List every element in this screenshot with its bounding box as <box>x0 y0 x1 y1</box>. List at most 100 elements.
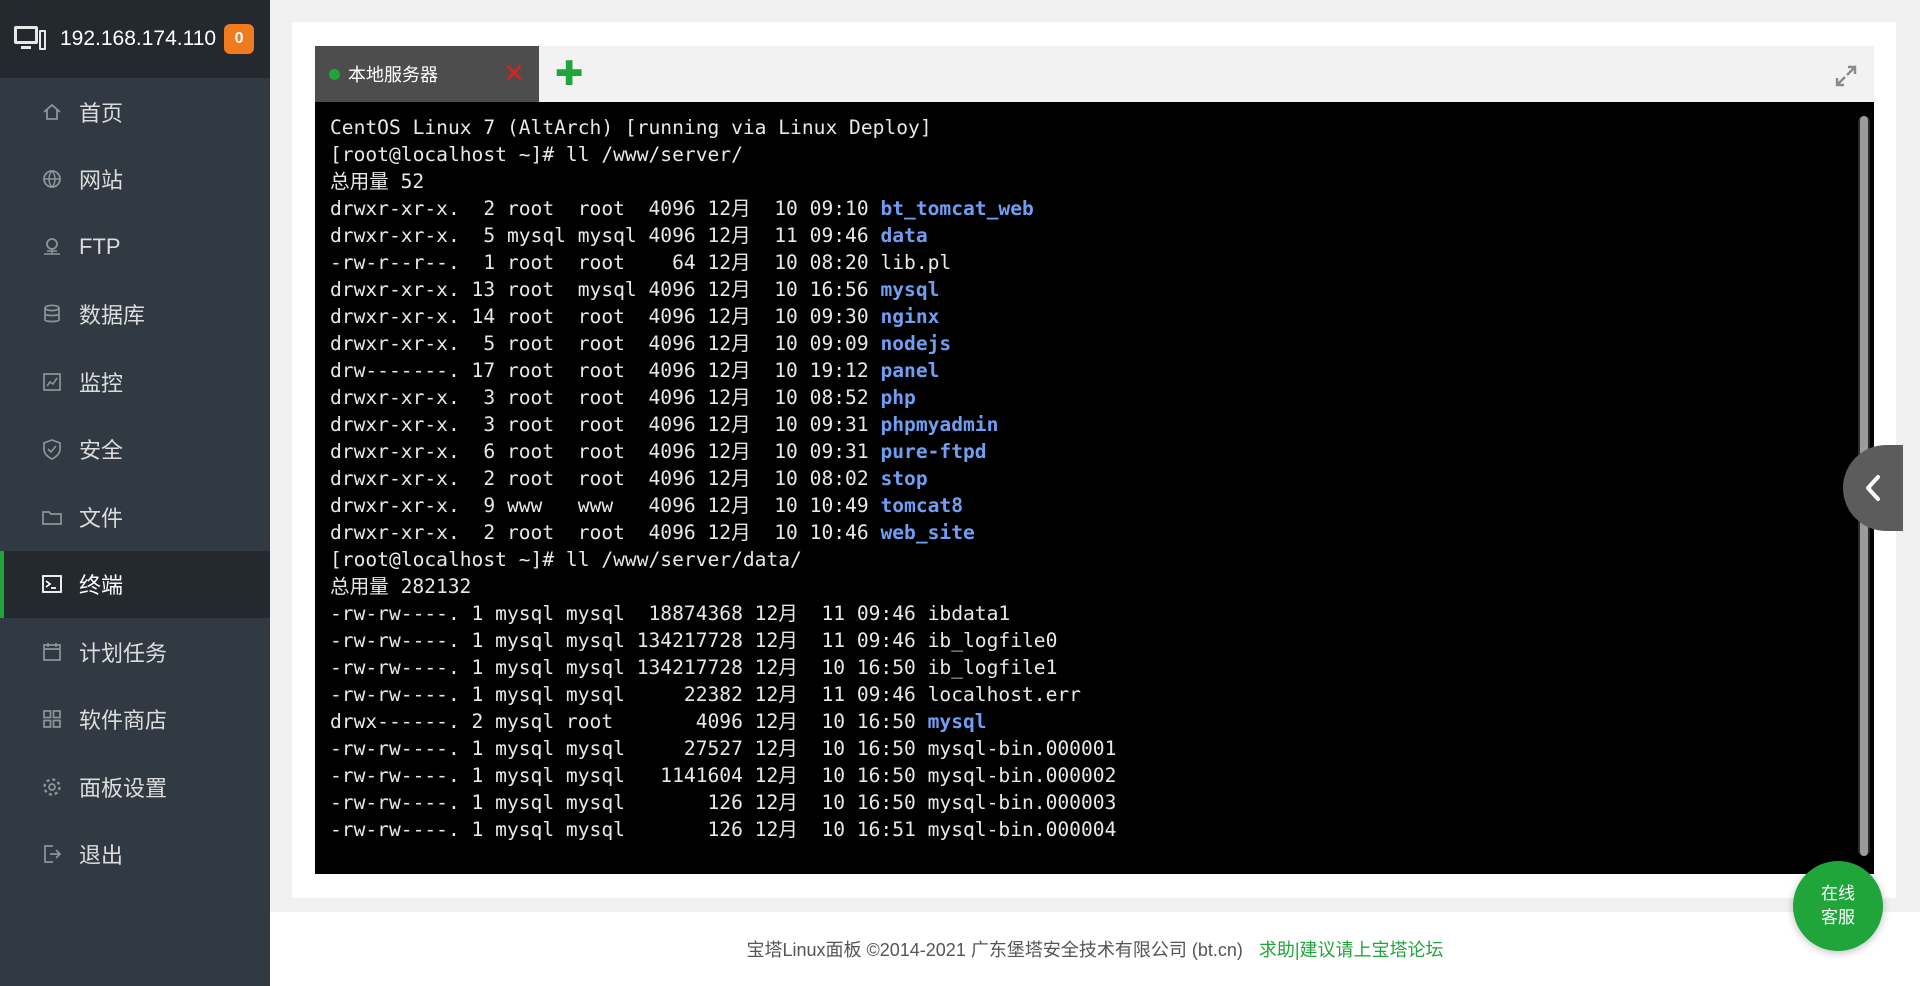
globe-icon <box>41 168 63 190</box>
forum-help-link[interactable]: 求助|建议请上宝塔论坛 <box>1259 936 1444 962</box>
directory-name: web_site <box>880 521 975 544</box>
terminal-icon <box>41 573 63 595</box>
terminal-line-text: drwxr-xr-x. 6 root root 4096 12月 10 09:3… <box>330 440 881 463</box>
terminal-line: -rw-rw----. 1 mysql mysql 1141604 12月 10… <box>330 762 1874 789</box>
terminal-line-text: drwxr-xr-x. 3 root root 4096 12月 10 09:3… <box>330 413 881 436</box>
directory-name: nginx <box>880 305 940 328</box>
terminal-line-text: -rw-rw----. 1 mysql mysql 134217728 12月 … <box>330 629 1058 652</box>
terminal-line: -rw-rw----. 1 mysql mysql 18874368 12月 1… <box>330 600 1874 627</box>
terminal-line-text: [root@localhost ~]# ll /www/server/ <box>330 143 743 166</box>
sidebar-item-9[interactable]: 软件商店 <box>0 686 270 754</box>
logout-icon <box>41 843 63 865</box>
terminal-line: [root@localhost ~]# ll /www/server/data/ <box>330 546 1874 573</box>
terminal-line: drwxr-xr-x. 5 mysql mysql 4096 12月 11 09… <box>330 222 1874 249</box>
terminal-line: drwxr-xr-x. 2 root root 4096 12月 10 09:1… <box>330 195 1874 222</box>
online-support-button[interactable]: 在线 客服 <box>1793 861 1883 951</box>
terminal-line: drwx------. 2 mysql root 4096 12月 10 16:… <box>330 708 1874 735</box>
terminal-line-text: drwxr-xr-x. 14 root root 4096 12月 10 09:… <box>330 305 881 328</box>
sidebar-item-5[interactable]: 安全 <box>0 416 270 484</box>
monitor-chart-icon <box>41 371 63 393</box>
terminal-line-text: 总用量 282132 <box>330 575 472 598</box>
terminal-line: drwxr-xr-x. 5 root root 4096 12月 10 09:0… <box>330 330 1874 357</box>
terminal-line: drwxr-xr-x. 2 root root 4096 12月 10 08:0… <box>330 465 1874 492</box>
terminal-line: 总用量 282132 <box>330 573 1874 600</box>
directory-name: stop <box>880 467 928 490</box>
directory-name: bt_tomcat_web <box>880 197 1034 220</box>
terminal-line: -rw-rw----. 1 mysql mysql 126 12月 10 16:… <box>330 816 1874 843</box>
terminal-line-text: drwxr-xr-x. 5 root root 4096 12月 10 09:0… <box>330 332 881 355</box>
directory-name: php <box>880 386 916 409</box>
terminal-line-text: drwxr-xr-x. 13 root mysql 4096 12月 10 16… <box>330 278 881 301</box>
sidebar-item-label: 计划任务 <box>79 640 168 666</box>
terminal-line-text: -rw-rw----. 1 mysql mysql 134217728 12月 … <box>330 656 1058 679</box>
sidebar-item-label: 文件 <box>79 505 124 531</box>
server-ip: 192.168.174.110 <box>60 27 217 50</box>
server-header: 192.168.174.110 0 <box>0 0 270 78</box>
terminal-output[interactable]: CentOS Linux 7 (AltArch) [running via Li… <box>315 102 1874 874</box>
directory-name: phpmyadmin <box>880 413 999 436</box>
sidebar-item-10[interactable]: 面板设置 <box>0 753 270 821</box>
directory-name: nodejs <box>880 332 952 355</box>
sidebar-item-label: 退出 <box>79 843 124 869</box>
sidebar-item-label: 监控 <box>79 370 124 396</box>
terminal-line-text: -rw-rw----. 1 mysql mysql 18874368 12月 1… <box>330 602 1011 625</box>
terminal-line: drwxr-xr-x. 3 root root 4096 12月 10 08:5… <box>330 384 1874 411</box>
sidebar-item-label: 网站 <box>79 168 124 194</box>
terminal-line: drwxr-xr-x. 14 root root 4096 12月 10 09:… <box>330 303 1874 330</box>
sidebar-item-label: 首页 <box>79 100 124 126</box>
footer: 宝塔Linux面板 ©2014-2021 广东堡塔安全技术有限公司 (bt.cn… <box>270 912 1920 986</box>
terminal-tabbar: 本地服务器 ✕ ✚ <box>315 46 1874 102</box>
notification-badge[interactable]: 0 <box>224 24 255 54</box>
sidebar-item-7[interactable]: 终端 <box>0 550 270 618</box>
chevron-left-icon <box>1866 475 1880 501</box>
sidebar-item-1[interactable]: 网站 <box>0 146 270 214</box>
tab-local-server[interactable]: 本地服务器 ✕ <box>315 46 539 102</box>
terminal-line-text: -rw-rw----. 1 mysql mysql 27527 12月 10 1… <box>330 737 1117 760</box>
terminal-line: drwxr-xr-x. 2 root root 4096 12月 10 10:4… <box>330 519 1874 546</box>
directory-name: panel <box>880 359 940 382</box>
terminal-line: -rw-rw----. 1 mysql mysql 22382 12月 11 0… <box>330 681 1874 708</box>
close-tab-icon[interactable]: ✕ <box>503 60 525 86</box>
add-tab-icon[interactable]: ✚ <box>555 56 584 92</box>
chat-label-line2: 客服 <box>1821 908 1855 927</box>
sidebar-item-2[interactable]: FTP <box>0 213 270 281</box>
directory-name: tomcat8 <box>880 494 964 517</box>
terminal-line: -rw-r--r--. 1 root root 64 12月 10 08:20 … <box>330 249 1874 276</box>
sidebar-item-4[interactable]: 监控 <box>0 348 270 416</box>
database-icon <box>41 303 63 325</box>
terminal-line: drwxr-xr-x. 6 root root 4096 12月 10 09:3… <box>330 438 1874 465</box>
directory-name: data <box>880 224 928 247</box>
server-monitor-icon <box>14 26 46 52</box>
terminal-line-text: drw-------. 17 root root 4096 12月 10 19:… <box>330 359 881 382</box>
terminal-line-text: drwxr-xr-x. 9 www www 4096 12月 10 10:49 <box>330 494 881 517</box>
directory-name: pure-ftpd <box>880 440 987 463</box>
sidebar-item-label: 安全 <box>79 438 124 464</box>
sidebar-item-3[interactable]: 数据库 <box>0 281 270 349</box>
terminal-container: 本地服务器 ✕ ✚ CentOS Linux 7 (AltArch) [runn… <box>315 46 1874 874</box>
sidebar-item-label: 终端 <box>79 573 124 599</box>
ftp-icon <box>41 236 63 258</box>
fullscreen-icon[interactable] <box>1834 64 1858 88</box>
shield-icon <box>41 438 63 461</box>
chat-label-line1: 在线 <box>1821 884 1855 903</box>
terminal-line: drwxr-xr-x. 13 root mysql 4096 12月 10 16… <box>330 276 1874 303</box>
calendar-icon <box>41 641 63 663</box>
terminal-line: -rw-rw----. 1 mysql mysql 134217728 12月 … <box>330 627 1874 654</box>
sidebar-item-0[interactable]: 首页 <box>0 78 270 146</box>
gear-icon <box>41 776 63 798</box>
sidebar-item-8[interactable]: 计划任务 <box>0 618 270 686</box>
sidebar-item-6[interactable]: 文件 <box>0 483 270 551</box>
directory-name: mysql <box>880 278 940 301</box>
terminal-line: drw-------. 17 root root 4096 12月 10 19:… <box>330 357 1874 384</box>
terminal-line-text: 总用量 52 <box>330 170 425 193</box>
grid-apps-icon <box>41 708 63 730</box>
terminal-line: [root@localhost ~]# ll /www/server/ <box>330 141 1874 168</box>
terminal-line: -rw-rw----. 1 mysql mysql 27527 12月 10 1… <box>330 735 1874 762</box>
home-icon <box>41 101 63 123</box>
folder-icon <box>41 506 63 528</box>
terminal-line: -rw-rw----. 1 mysql mysql 126 12月 10 16:… <box>330 789 1874 816</box>
sidebar-item-11[interactable]: 退出 <box>0 821 270 889</box>
connection-status-dot <box>329 68 340 80</box>
terminal-line-text: [root@localhost ~]# ll /www/server/data/ <box>330 548 802 571</box>
terminal-line-text: drwxr-xr-x. 3 root root 4096 12月 10 08:5… <box>330 386 881 409</box>
